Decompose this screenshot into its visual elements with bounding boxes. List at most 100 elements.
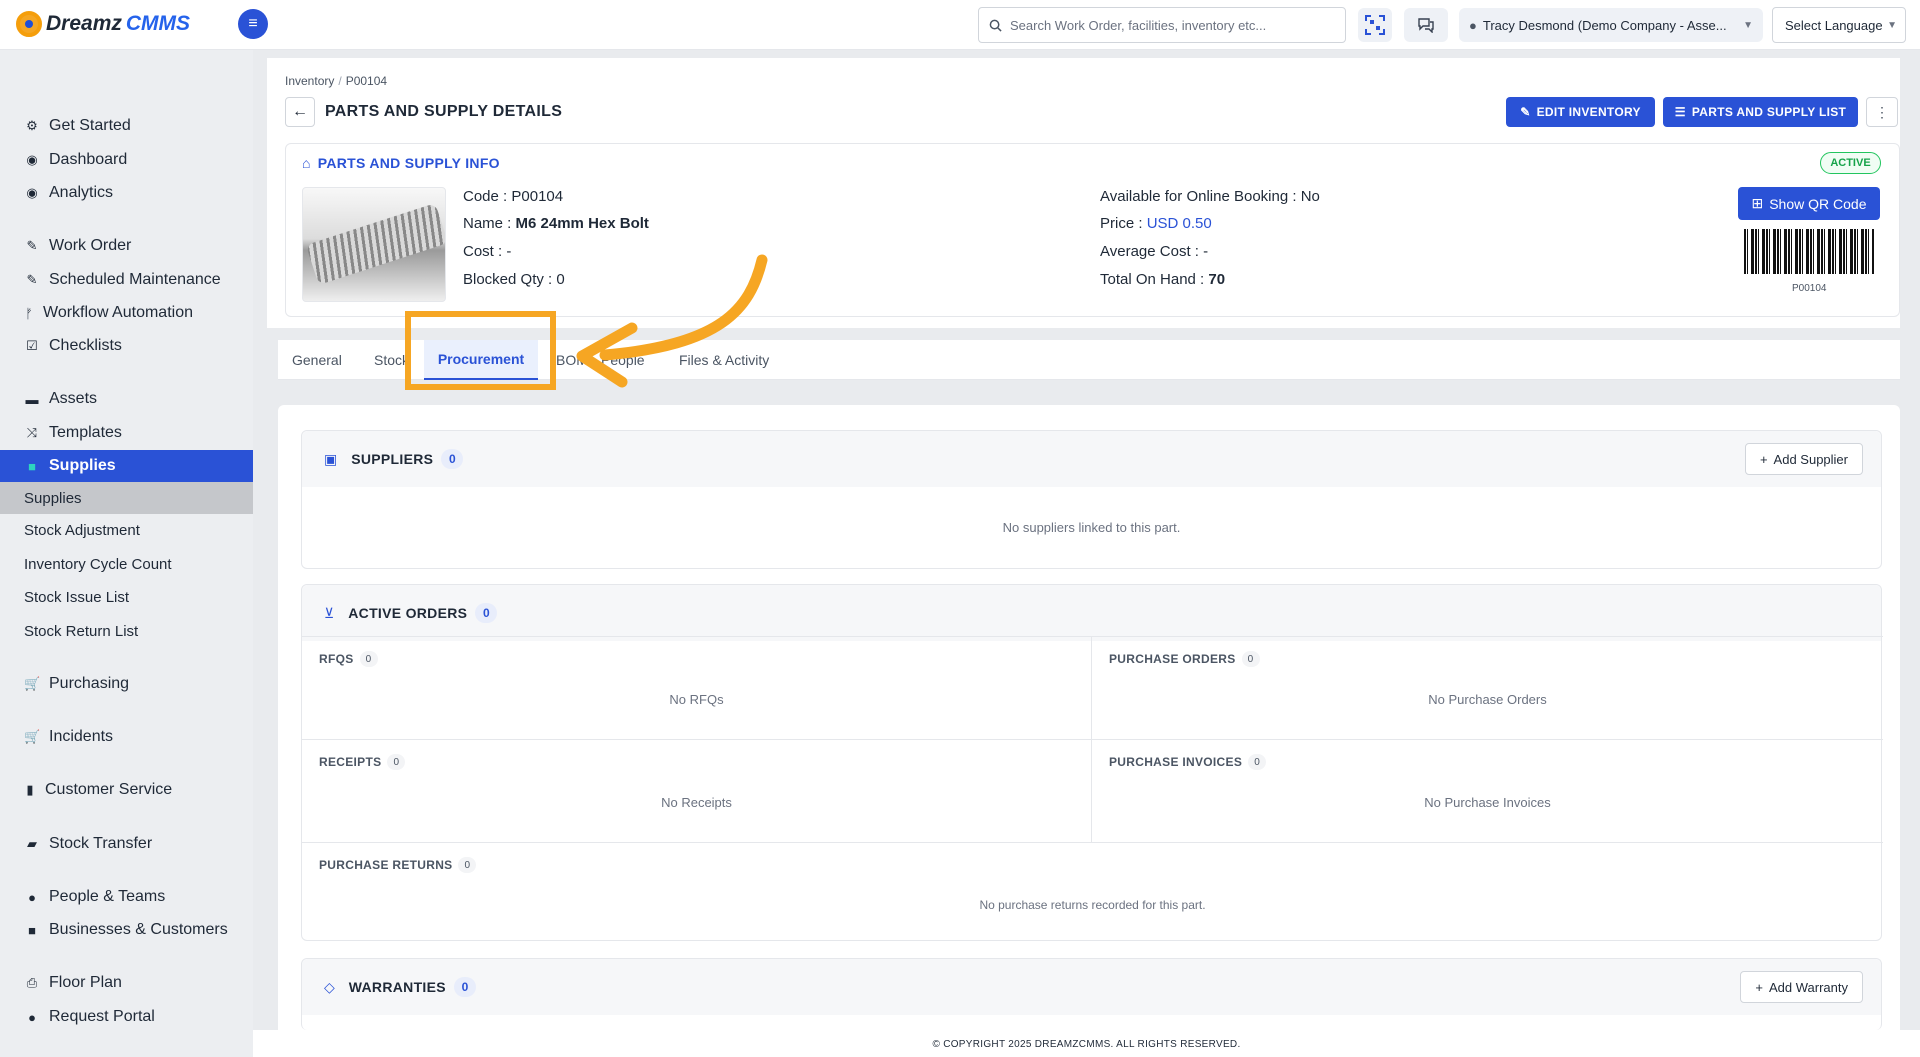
empty-message: No RFQs xyxy=(669,692,724,707)
pencil-icon: ✎ xyxy=(1520,105,1531,119)
field-value: M6 24mm Hex Bolt xyxy=(515,215,649,232)
sidebar-item-label: Stock Return List xyxy=(24,622,139,640)
language-select[interactable]: Select Language ▼ xyxy=(1772,7,1906,43)
edit-inventory-button[interactable]: ✎ EDIT INVENTORY xyxy=(1506,97,1655,127)
sidebar-item-dashboard[interactable]: ◉ Dashboard xyxy=(0,144,253,176)
sidebar-item-label: Templates xyxy=(49,424,122,441)
show-qr-code-button[interactable]: ⊞ Show QR Code xyxy=(1738,187,1880,220)
sidebar-item-incidents[interactable]: 🛒 Incidents xyxy=(0,721,253,753)
sidebar-item-label: Businesses & Customers xyxy=(49,921,228,938)
count-badge: 0 xyxy=(1248,754,1267,770)
cell-label: PURCHASE INVOICES xyxy=(1109,755,1243,769)
empty-message: No purchase returns recorded for this pa… xyxy=(979,898,1206,912)
sidebar-item-supplies[interactable]: ■ Supplies xyxy=(0,450,253,482)
sidebar-item-stock-transfer[interactable]: ▰ Stock Transfer xyxy=(0,828,253,860)
part-image[interactable] xyxy=(302,187,446,302)
field-label: Code : xyxy=(463,188,508,205)
wrench-icon: ✎ xyxy=(26,238,38,253)
sidebar-item-get-started[interactable]: ⚙ Get Started xyxy=(0,110,253,142)
sidebar-item-label: Workflow Automation xyxy=(43,304,193,321)
wrench-icon: ✎ xyxy=(26,272,38,287)
button-label: EDIT INVENTORY xyxy=(1536,105,1641,119)
empty-message: No Purchase Invoices xyxy=(1424,795,1551,810)
more-options-button[interactable]: ⋮ xyxy=(1866,97,1898,127)
count-badge: 0 xyxy=(458,857,477,873)
sidebar-item-people-teams[interactable]: ● People & Teams xyxy=(0,881,253,913)
plus-icon: + xyxy=(1755,979,1763,995)
sidebar-item-label: Dashboard xyxy=(49,151,128,168)
breadcrumb-separator: / xyxy=(338,74,342,88)
sidebar-item-label: Supplies xyxy=(49,457,116,474)
shield-icon: ◇ xyxy=(324,978,335,995)
shuffle-icon: ⤨ xyxy=(26,425,38,440)
file-icon: ▮ xyxy=(26,782,34,797)
chevron-down-icon: ▼ xyxy=(1887,19,1897,31)
sidebar-item-purchasing[interactable]: 🛒 Purchasing xyxy=(0,668,253,700)
archive-icon: ▬ xyxy=(25,391,39,407)
sidebar-subitem-supplies[interactable]: Supplies xyxy=(0,482,253,514)
count-badge: 0 xyxy=(453,977,476,997)
menu-toggle-button[interactable]: ≡ xyxy=(238,9,268,39)
back-button[interactable]: ← xyxy=(285,97,315,127)
button-label: Add Warranty xyxy=(1769,979,1848,995)
field-value: 70 xyxy=(1208,271,1226,288)
tag-icon: ⌂ xyxy=(302,155,311,171)
sidebar-item-label: Checklists xyxy=(49,337,122,354)
user-icon: ● xyxy=(1469,17,1477,33)
warranties-header: ◇ WARRANTIES 0 xyxy=(302,959,1881,1015)
brand-name: Dreamz xyxy=(46,12,122,35)
cell-label: RECEIPTS xyxy=(319,755,382,769)
purchase-invoices-cell: PURCHASE INVOICES 0 No Purchase Invoices xyxy=(1092,739,1883,842)
sidebar-item-label: Supplies xyxy=(24,489,82,507)
scan-button[interactable] xyxy=(1358,8,1392,42)
sidebar-item-work-order[interactable]: ✎ Work Order xyxy=(0,230,253,262)
sidebar-item-customer-service[interactable]: ▮ Customer Service xyxy=(0,774,253,806)
button-label: Show QR Code xyxy=(1769,195,1867,212)
cart-icon: 🛒 xyxy=(24,676,41,691)
sidebar-item-request-portal[interactable]: ● Request Portal xyxy=(0,1001,253,1033)
add-warranty-button[interactable]: + Add Warranty xyxy=(1740,971,1863,1003)
cell-title: RFQS 0 xyxy=(319,651,378,667)
cost-field: Cost : - xyxy=(463,243,511,260)
sidebar-item-workflow-automation[interactable]: ᚠ Workflow Automation xyxy=(0,297,253,329)
sidebar-item-checklists[interactable]: ☑ Checklists xyxy=(0,330,253,362)
global-search[interactable] xyxy=(978,7,1346,43)
app-logo[interactable]: Dreamz CMMS xyxy=(16,11,190,37)
parts-supply-list-button[interactable]: ☰ PARTS AND SUPPLY LIST xyxy=(1663,97,1858,127)
breadcrumb-parent[interactable]: Inventory xyxy=(285,74,334,88)
section-title: WARRANTIES xyxy=(348,979,446,995)
sidebar-item-scheduled-maintenance[interactable]: ✎ Scheduled Maintenance xyxy=(0,264,253,296)
tab-general[interactable]: General xyxy=(292,340,342,380)
user-menu[interactable]: ● Tracy Desmond (Demo Company - Asse... … xyxy=(1459,8,1763,42)
sidebar-item-floor-plan[interactable]: ⎙ Floor Plan xyxy=(0,967,253,999)
sidebar-item-label: Analytics xyxy=(49,184,114,201)
annotation-highlight-box xyxy=(405,311,556,390)
dashboard-icon: ◉ xyxy=(26,152,38,167)
messages-button[interactable] xyxy=(1404,8,1448,42)
sidebar-subitem-stock-adjustment[interactable]: Stock Adjustment xyxy=(0,514,253,546)
sidebar-subitem-stock-issue-list[interactable]: Stock Issue List xyxy=(0,581,253,613)
sidebar-item-templates[interactable]: ⤨ Templates xyxy=(0,417,253,449)
sidebar-item-analytics[interactable]: ◉ Analytics xyxy=(0,177,253,209)
add-supplier-button[interactable]: + Add Supplier xyxy=(1744,443,1863,475)
sidebar-item-label: Stock Adjustment xyxy=(24,521,140,539)
cart-icon: 🛒 xyxy=(24,729,41,744)
sidebar-item-label: Purchasing xyxy=(49,675,130,692)
sidebar-subitem-stock-return-list[interactable]: Stock Return List xyxy=(0,615,253,647)
empty-message: No Receipts xyxy=(661,795,732,810)
sidebar-item-label: Floor Plan xyxy=(49,974,122,991)
cell-title: PURCHASE RETURNS 0 xyxy=(319,857,477,873)
checkbox-icon: ☑ xyxy=(26,338,38,353)
sidebar-item-assets[interactable]: ▬ Assets xyxy=(0,383,253,415)
language-label: Select Language xyxy=(1785,17,1883,33)
gears-icon: ⚙ xyxy=(26,118,38,133)
user-name: Tracy Desmond (Demo Company - Asse... xyxy=(1482,17,1727,33)
barcode-label: P00104 xyxy=(1792,283,1827,294)
sidebar-subitem-inventory-cycle-count[interactable]: Inventory Cycle Count xyxy=(0,548,253,580)
field-label: Blocked Qty : xyxy=(463,271,553,288)
active-orders-section: ⊻ ACTIVE ORDERS 0 RFQS 0 No RFQs PURCHASE… xyxy=(301,584,1883,941)
sidebar-item-businesses-customers[interactable]: ■ Businesses & Customers xyxy=(0,914,253,946)
sidebar-item-label: Customer Service xyxy=(45,781,173,798)
search-input[interactable] xyxy=(1010,17,1330,33)
list-icon: ☰ xyxy=(1674,105,1686,119)
